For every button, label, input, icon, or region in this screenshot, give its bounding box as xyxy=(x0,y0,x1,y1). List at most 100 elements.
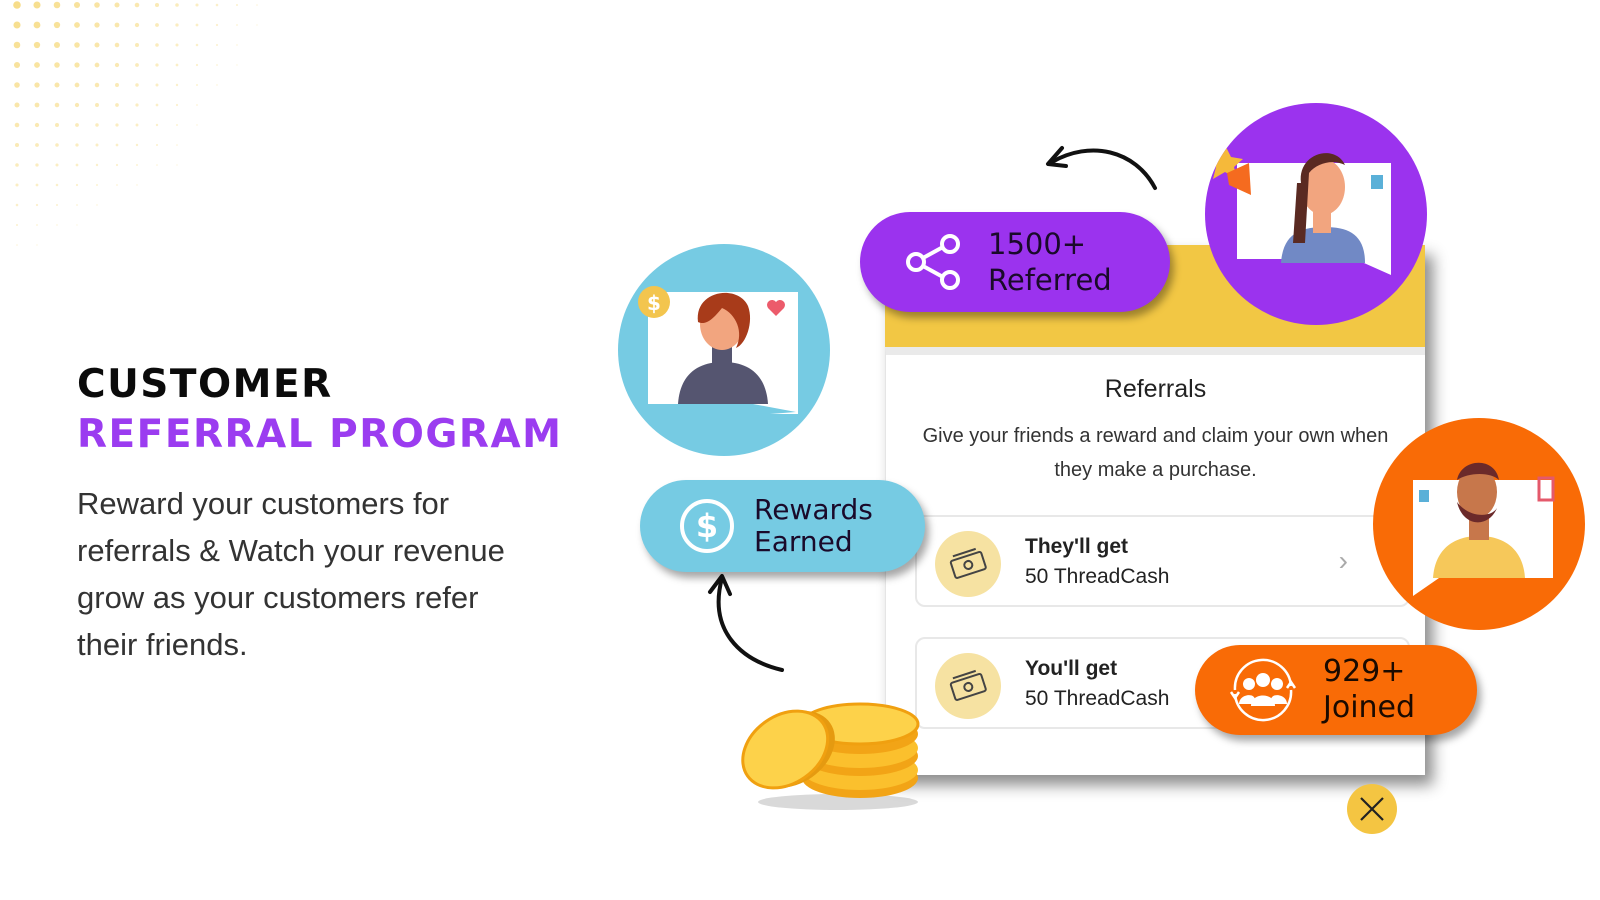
halftone-dot xyxy=(13,21,21,29)
reward-label: They'll get xyxy=(1025,535,1129,558)
halftone-dot xyxy=(54,62,60,68)
halftone-dot xyxy=(155,43,159,47)
halftone-dot xyxy=(75,163,79,167)
halftone-dot xyxy=(176,144,178,146)
halftone-dot xyxy=(114,62,120,68)
decorative-dots xyxy=(13,1,258,246)
avatar-woman-referred xyxy=(1205,103,1427,325)
reward-row-they-get[interactable]: They'll get 50 ThreadCash › xyxy=(915,515,1410,607)
halftone-dot xyxy=(136,184,138,186)
halftone-dot xyxy=(115,123,119,127)
halftone-dot xyxy=(155,83,159,87)
halftone-dot xyxy=(235,3,239,7)
joined-label: Joined xyxy=(1323,690,1416,725)
halftone-dot xyxy=(195,3,199,7)
halftone-dot xyxy=(36,224,38,226)
halftone-dot xyxy=(155,123,159,127)
halftone-dot xyxy=(35,203,39,207)
halftone-dot xyxy=(13,41,21,49)
hero-section: CUSTOMER REFERRAL PROGRAM Reward your cu… xyxy=(77,362,617,668)
dollar-circle-icon: $ xyxy=(678,497,736,555)
halftone-dot xyxy=(14,102,20,108)
halftone-dot xyxy=(33,21,41,29)
halftone-dot xyxy=(13,61,21,69)
halftone-dot xyxy=(134,22,140,28)
chevron-right-icon[interactable]: › xyxy=(1339,545,1348,577)
halftone-dot xyxy=(236,64,238,66)
halftone-dot xyxy=(236,24,238,26)
halftone-dot xyxy=(56,204,58,206)
halftone-dot xyxy=(34,122,40,128)
halftone-dot xyxy=(14,82,20,88)
halftone-dot xyxy=(94,62,100,68)
halftone-dot xyxy=(95,103,99,107)
halftone-dot xyxy=(195,43,199,47)
halftone-dot xyxy=(155,23,159,27)
halftone-dot xyxy=(34,62,40,68)
gold-coins-illustration xyxy=(741,702,920,810)
halftone-dot xyxy=(15,183,19,187)
halftone-dot xyxy=(114,42,120,48)
joined-count: 929+ xyxy=(1323,654,1406,689)
close-icon xyxy=(1360,797,1384,821)
halftone-dot xyxy=(156,164,158,166)
rewards-line2: Earned xyxy=(754,525,853,558)
svg-text:$: $ xyxy=(647,291,661,315)
reward-label: You'll get xyxy=(1025,657,1118,680)
halftone-dot xyxy=(175,43,179,47)
halftone-dot xyxy=(94,42,100,48)
close-button[interactable] xyxy=(1347,784,1397,834)
halftone-dot xyxy=(54,102,60,108)
halftone-dot xyxy=(135,83,139,87)
halftone-dot xyxy=(33,41,41,49)
halftone-dot xyxy=(13,1,21,9)
halftone-dot xyxy=(175,63,179,67)
halftone-dot xyxy=(115,163,119,167)
halftone-dot xyxy=(216,84,218,86)
halftone-dot xyxy=(14,142,20,148)
halftone-dot xyxy=(75,183,79,187)
halftone-dot xyxy=(175,83,179,87)
curved-arrow-top xyxy=(1046,146,1157,190)
halftone-dot xyxy=(34,82,40,88)
halftone-dot xyxy=(53,1,61,9)
hero-title-line1: CUSTOMER xyxy=(77,362,333,407)
halftone-dot xyxy=(134,2,140,8)
halftone-dot xyxy=(95,163,99,167)
halftone-dot xyxy=(34,102,40,108)
halftone-dot xyxy=(55,163,59,167)
referred-stat-badge: 1500+ Referred xyxy=(860,212,1170,312)
halftone-dot xyxy=(196,104,198,106)
halftone-dot xyxy=(76,204,78,206)
reward-value: 50 ThreadCash xyxy=(1025,565,1170,588)
halftone-dot xyxy=(73,1,81,9)
joined-stat-badge: 929+ Joined xyxy=(1195,645,1477,735)
halftone-dot xyxy=(53,41,61,49)
halftone-dot xyxy=(195,63,199,67)
halftone-dot xyxy=(256,24,258,26)
hero-description: Reward your customers for referrals & Wa… xyxy=(77,486,505,662)
halftone-dot xyxy=(74,102,80,108)
halftone-dot xyxy=(94,2,100,8)
card-title: Referrals xyxy=(1104,375,1207,403)
halftone-dot xyxy=(75,143,79,147)
halftone-dot xyxy=(135,143,139,147)
halftone-dot xyxy=(114,22,120,28)
hero-title-line2: REFERRAL PROGRAM xyxy=(77,412,563,457)
halftone-dot xyxy=(15,163,19,167)
halftone-dot xyxy=(56,224,58,226)
reward-value: 50 ThreadCash xyxy=(1025,687,1170,710)
halftone-dot xyxy=(195,23,199,27)
svg-text:$: $ xyxy=(696,507,718,545)
halftone-dot xyxy=(155,143,159,147)
halftone-dot xyxy=(55,183,59,187)
group-icon xyxy=(1225,652,1301,728)
halftone-dot xyxy=(136,164,138,166)
halftone-dot xyxy=(95,123,99,127)
curved-arrow-bottom xyxy=(708,574,784,672)
halftone-dot xyxy=(134,42,140,48)
halftone-dot xyxy=(96,204,98,206)
halftone-dot xyxy=(256,4,258,6)
avatar-man-joined xyxy=(1373,418,1585,630)
halftone-dot xyxy=(36,244,38,246)
